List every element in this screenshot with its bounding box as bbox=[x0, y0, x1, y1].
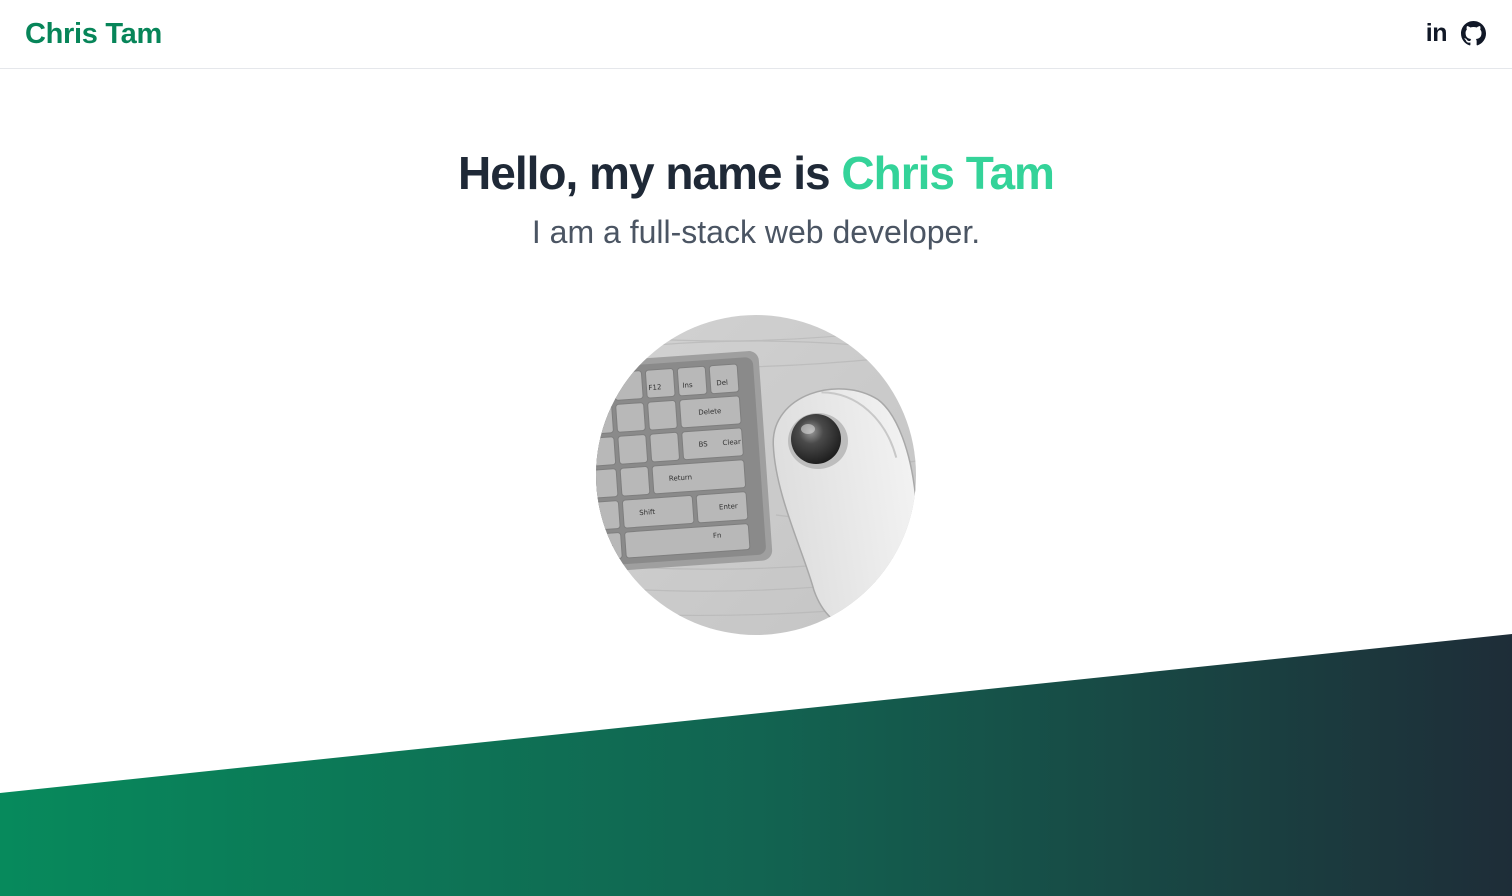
avatar-photo: F12 Ins Del Delete BS Clear Return Enter… bbox=[596, 315, 916, 635]
hero-name: Chris Tam bbox=[841, 147, 1055, 199]
keycap-label: BS bbox=[698, 440, 708, 449]
page: Chris Tam in Hello, my name is Chris Tam… bbox=[0, 0, 1512, 896]
keycap-label: Del bbox=[716, 379, 728, 388]
github-icon bbox=[1461, 20, 1486, 45]
social-links: in bbox=[1426, 18, 1486, 48]
keycap-label: Return bbox=[669, 473, 693, 483]
keyboard-trackball-photo: F12 Ins Del Delete BS Clear Return Enter… bbox=[596, 315, 916, 635]
brand-link[interactable]: Chris Tam bbox=[25, 17, 162, 51]
hero-subtitle: I am a full-stack web developer. bbox=[531, 214, 981, 250]
keycap-label: Shift bbox=[639, 508, 656, 517]
keycap-label: Alt bbox=[603, 543, 613, 552]
keycap-label: Delete bbox=[698, 407, 722, 417]
keycap-label: Fn bbox=[713, 531, 722, 540]
hero-title: Hello, my name is Chris Tam bbox=[0, 146, 1512, 200]
hero-greeting: Hello, my name is bbox=[458, 147, 842, 199]
keycap-label: Ins bbox=[682, 381, 693, 390]
linkedin-icon: in bbox=[1425, 19, 1448, 47]
navbar: Chris Tam in bbox=[0, 0, 1512, 69]
footer-gradient-wedge bbox=[0, 634, 1512, 896]
keycap-label: Clear bbox=[722, 438, 741, 447]
linkedin-link[interactable]: in bbox=[1425, 18, 1448, 48]
keycap-label: F12 bbox=[648, 383, 661, 392]
github-link[interactable] bbox=[1461, 20, 1486, 46]
keycap-label: Enter bbox=[719, 502, 738, 511]
